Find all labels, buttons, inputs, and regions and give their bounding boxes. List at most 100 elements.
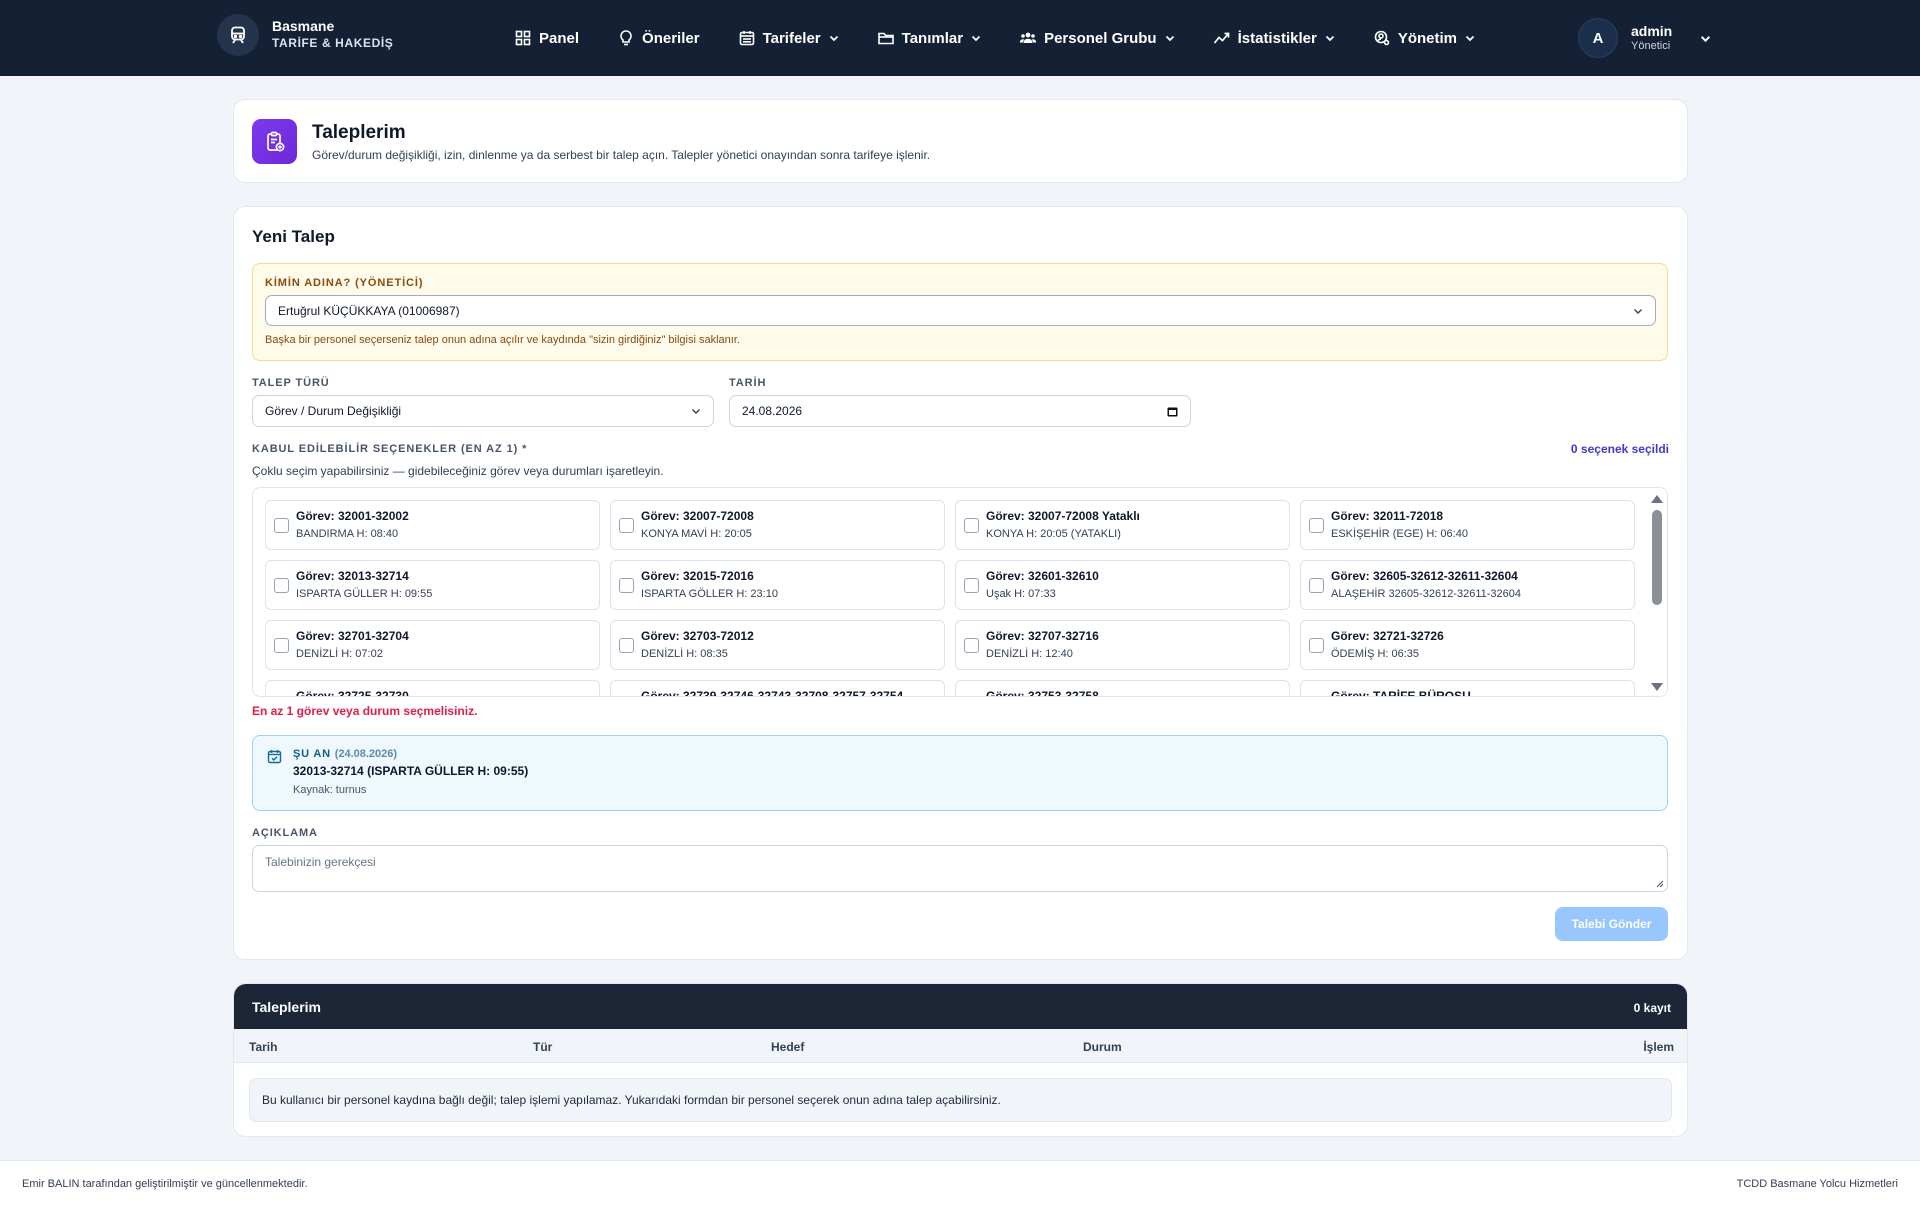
option-detail: KONYA H: 20:05 (YATAKLI) bbox=[986, 528, 1121, 540]
validation-error: En az 1 görev veya durum seçmelisiniz. bbox=[252, 704, 478, 718]
column-action[interactable]: İşlem bbox=[1643, 1040, 1674, 1054]
column-status[interactable]: Durum bbox=[1083, 1040, 1122, 1054]
nav-suggestions[interactable]: Öneriler bbox=[617, 26, 700, 50]
resize-grip-icon[interactable] bbox=[1655, 879, 1664, 888]
chevron-down-icon bbox=[1465, 35, 1475, 42]
user-menu[interactable]: A admin Yönetici bbox=[1578, 18, 1711, 58]
nav-definitions[interactable]: Tanımlar bbox=[877, 26, 981, 50]
current-label-text: ŞU AN bbox=[293, 748, 331, 760]
description-placeholder: Talebinizin gerekçesi bbox=[265, 855, 376, 869]
brand-subtitle: TARİFE & HAKEDİŞ bbox=[272, 36, 394, 50]
option-title: Görev: 32721-32726 bbox=[1331, 629, 1444, 643]
option-checkbox[interactable] bbox=[964, 638, 979, 653]
option-card[interactable]: Görev: 32013-32714 ISPARTA GÜLLER H: 09:5… bbox=[265, 560, 600, 610]
calendar-check-icon bbox=[267, 750, 282, 764]
option-title: Görev: 32753-32758 bbox=[986, 689, 1099, 697]
option-checkbox[interactable] bbox=[1309, 518, 1324, 533]
train-icon bbox=[217, 14, 259, 56]
chevron-down-icon bbox=[1701, 35, 1711, 42]
option-card[interactable]: Görev: 32725-32730 bbox=[265, 680, 600, 696]
nav-suggestions-label: Öneriler bbox=[642, 29, 700, 47]
trend-chart-icon bbox=[1213, 32, 1229, 44]
behalf-panel: KİMİN ADINA? (YÖNETİCİ) Ertuğrul KÜÇÜKKA… bbox=[252, 263, 1668, 361]
description-textarea[interactable]: Talebinizin gerekçesi bbox=[252, 845, 1668, 892]
option-card[interactable]: Görev: 32007-72008 Yataklı KONYA H: 20:05… bbox=[955, 500, 1290, 550]
nav-panel-label: Panel bbox=[539, 29, 580, 47]
option-checkbox[interactable] bbox=[274, 578, 289, 593]
requests-count: 0 kayıt bbox=[1633, 1001, 1671, 1015]
option-card[interactable]: Görev: 32721-32726 ÖDEMİŞ H: 06:35 bbox=[1300, 620, 1635, 670]
option-title: Görev: 32739-32746-32743-32708-32757-327… bbox=[641, 689, 904, 697]
nav-staff-group[interactable]: Personel Grubu bbox=[1019, 26, 1175, 50]
footer-org: TCDD Basmane Yolcu Hizmetleri bbox=[1736, 1178, 1898, 1190]
nav-statistics-label: İstatistikler bbox=[1237, 29, 1317, 47]
option-card[interactable]: Görev: 32601-32610 Uşak H: 07:33 bbox=[955, 560, 1290, 610]
option-detail: ISPARTA GÖLLER H: 23:10 bbox=[641, 588, 778, 600]
brand-name: Basmane bbox=[272, 18, 335, 34]
options-list[interactable]: Görev: 32001-32002 BANDIRMA H: 08:40 Görev… bbox=[252, 487, 1668, 697]
type-label: TALEP TÜRÜ bbox=[252, 377, 330, 389]
nav-statistics[interactable]: İstatistikler bbox=[1213, 26, 1335, 50]
option-detail: DENİZLİ H: 08:35 bbox=[641, 648, 728, 660]
option-title: Görev: 32601-32610 bbox=[986, 569, 1099, 583]
option-detail: ALAŞEHİR 32605-32612-32611-32604 bbox=[1331, 588, 1521, 600]
brand[interactable]: Basmane TARİFE & HAKEDİŞ bbox=[217, 14, 393, 56]
option-detail: DENİZLİ H: 12:40 bbox=[986, 648, 1073, 660]
empty-state-message: Bu kullanıcı bir personel kaydına bağlı … bbox=[249, 1078, 1672, 1122]
option-title: Görev: 32605-32612-32611-32604 bbox=[1331, 569, 1518, 583]
submit-button[interactable]: Talebi Gönder bbox=[1555, 907, 1668, 941]
option-title: Görev: 32707-32716 bbox=[986, 629, 1099, 643]
option-card[interactable]: Görev: TARİFE BÜROSU bbox=[1300, 680, 1635, 696]
type-select[interactable]: Görev / Durum Değişikliği bbox=[252, 395, 714, 427]
options-scrollbar[interactable] bbox=[1647, 488, 1667, 696]
option-checkbox[interactable] bbox=[1309, 638, 1324, 653]
current-label: ŞU AN (24.08.2026) bbox=[293, 748, 397, 760]
new-request-card: Yeni Talep KİMİN ADINA? (YÖNETİCİ) Ertuğ… bbox=[233, 206, 1688, 960]
option-title: Görev: 32013-32714 bbox=[296, 569, 409, 583]
nav-staff-group-label: Personel Grubu bbox=[1044, 29, 1157, 47]
dashboard-icon bbox=[515, 30, 531, 46]
option-checkbox[interactable] bbox=[964, 518, 979, 533]
column-date[interactable]: Tarih bbox=[249, 1040, 277, 1054]
option-checkbox[interactable] bbox=[619, 578, 634, 593]
scroll-up-arrow-icon[interactable] bbox=[1651, 495, 1663, 503]
option-card[interactable]: Görev: 32753-32758 bbox=[955, 680, 1290, 697]
nav-tariffs[interactable]: Tarifeler bbox=[738, 26, 839, 50]
column-type[interactable]: Tür bbox=[533, 1040, 552, 1054]
user-role: Yönetici bbox=[1631, 40, 1671, 52]
option-card[interactable]: Görev: 32011-72018 ESKİŞEHİR (EGE) H: 06:… bbox=[1300, 500, 1635, 550]
requests-header: Taleplerim 0 kayıt bbox=[234, 984, 1687, 1029]
nav-panel[interactable]: Panel bbox=[514, 26, 579, 50]
page-header: Taleplerim Görev/durum değişikliği, izin… bbox=[233, 99, 1688, 183]
option-checkbox[interactable] bbox=[274, 638, 289, 653]
option-card[interactable]: Görev: 32015-72016 ISPARTA GÖLLER H: 23:1… bbox=[610, 560, 945, 610]
option-checkbox[interactable] bbox=[1309, 578, 1324, 593]
chevron-down-icon bbox=[1325, 35, 1334, 42]
option-card[interactable]: Görev: 32707-32716 DENİZLİ H: 12:40 bbox=[955, 620, 1290, 670]
option-checkbox[interactable] bbox=[964, 578, 979, 593]
scroll-down-arrow-icon[interactable] bbox=[1651, 683, 1663, 691]
calendar-icon[interactable] bbox=[1167, 406, 1178, 417]
nav-management[interactable]: Yönetim bbox=[1373, 26, 1475, 50]
users-icon bbox=[1019, 32, 1037, 43]
page-description: Görev/durum değişikliği, izin, dinlenme … bbox=[312, 148, 931, 162]
folder-icon bbox=[877, 32, 894, 45]
table-header: Tarih Tür Hedef Durum İşlem bbox=[234, 1029, 1687, 1063]
current-date: (24.08.2026) bbox=[334, 748, 398, 760]
option-card[interactable]: Görev: 32703-72012 DENİZLİ H: 08:35 bbox=[610, 620, 945, 670]
option-checkbox[interactable] bbox=[274, 518, 289, 533]
option-card[interactable]: Görev: 32701-32704 DENİZLİ H: 07:02 bbox=[265, 620, 600, 670]
option-checkbox[interactable] bbox=[619, 638, 634, 653]
option-title: Görev: 32011-72018 bbox=[1331, 509, 1444, 523]
option-title: Görev: 32007-72008 bbox=[641, 509, 754, 523]
option-card[interactable]: Görev: 32001-32002 BANDIRMA H: 08:40 bbox=[265, 500, 600, 550]
option-checkbox[interactable] bbox=[619, 518, 634, 533]
option-detail: ISPARTA GÜLLER H: 09:55 bbox=[296, 588, 433, 600]
option-card[interactable]: Görev: 32605-32612-32611-32604 ALAŞEHİR 3… bbox=[1300, 560, 1635, 610]
date-input[interactable]: 24.08.2026 bbox=[729, 395, 1191, 427]
option-card[interactable]: Görev: 32739-32746-32743-32708-32757-327… bbox=[610, 680, 945, 697]
scrollbar-thumb[interactable] bbox=[1652, 510, 1662, 605]
behalf-select[interactable]: Ertuğrul KÜÇÜKKAYA (01006987) bbox=[265, 295, 1656, 326]
option-card[interactable]: Görev: 32007-72008 KONYA MAVİ H: 20:05 bbox=[610, 500, 945, 550]
column-target[interactable]: Hedef bbox=[771, 1040, 804, 1054]
